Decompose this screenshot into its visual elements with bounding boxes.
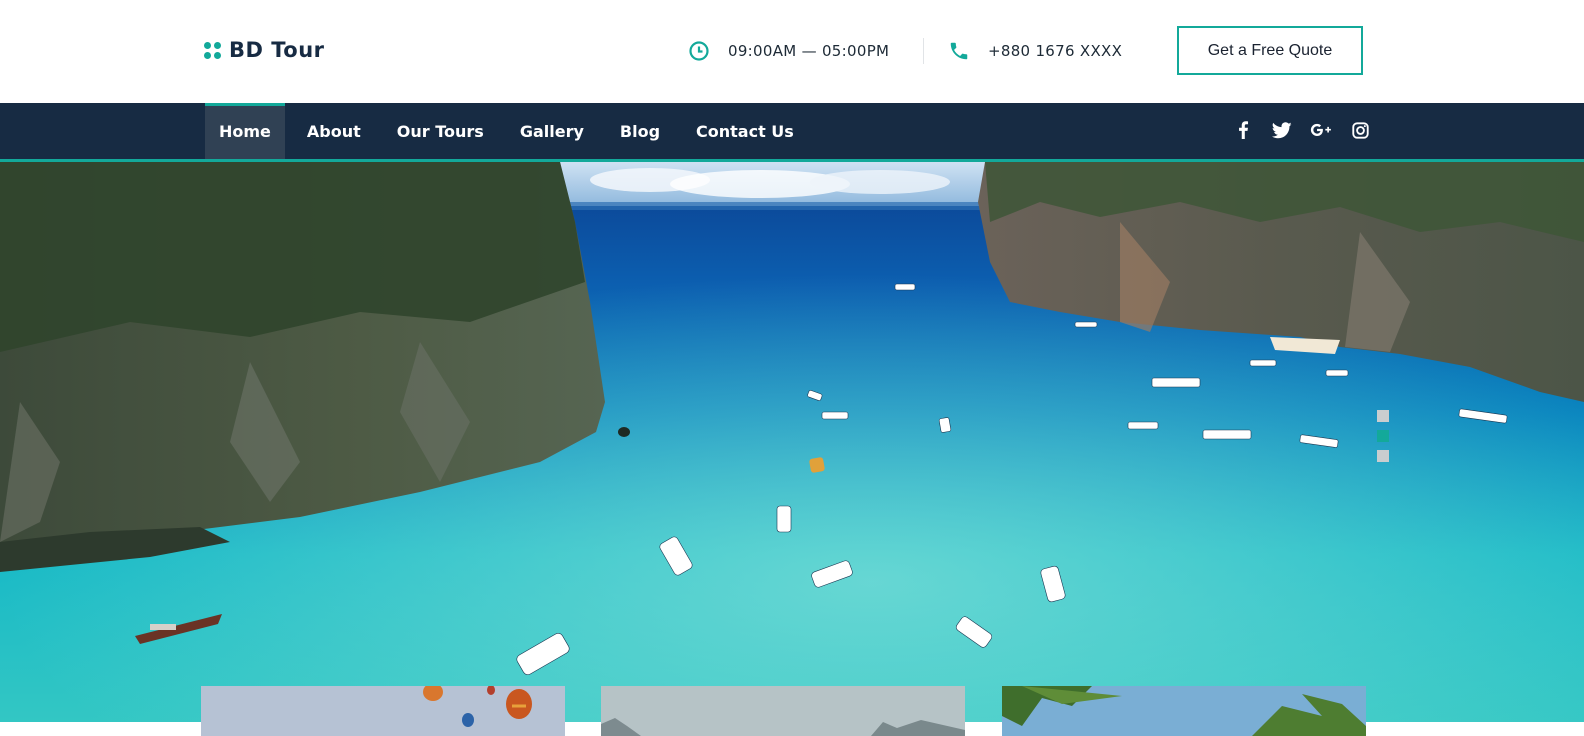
facebook-icon[interactable] — [1232, 119, 1254, 141]
tour-card-balloons[interactable] — [201, 686, 565, 736]
clock-icon — [688, 40, 710, 62]
slider-dot-1[interactable] — [1377, 410, 1389, 422]
phone-contact[interactable]: +880 1676 XXXX — [948, 38, 1122, 64]
nav-item-gallery[interactable]: Gallery — [506, 103, 598, 159]
main-navigation: Home About Our Tours Gallery Blog Contac… — [0, 103, 1584, 162]
slider-dot-2[interactable] — [1377, 430, 1389, 442]
phone-number: +880 1676 XXXX — [988, 42, 1123, 60]
hero-slider — [0, 162, 1584, 722]
nav-item-blog[interactable]: Blog — [606, 103, 674, 159]
nav-item-our-tours[interactable]: Our Tours — [383, 103, 498, 159]
hero-image — [0, 162, 1584, 722]
tour-card-mountains[interactable] — [601, 686, 965, 736]
nav-item-home[interactable]: Home — [205, 103, 285, 159]
header-divider — [923, 38, 924, 64]
business-hours: 09:00AM — 05:00PM — [688, 38, 889, 64]
nav-item-about[interactable]: About — [293, 103, 375, 159]
logo-mark — [204, 41, 221, 59]
balloons-image — [201, 686, 565, 736]
mountains-image — [601, 686, 965, 736]
top-header: BD Tour 09:00AM — 05:00PM +880 1676 XXXX… — [0, 0, 1584, 103]
social-links — [1232, 119, 1371, 141]
free-quote-button[interactable]: Get a Free Quote — [1177, 26, 1363, 75]
nav-item-contact-us[interactable]: Contact Us — [682, 103, 808, 159]
palm-trees-image — [1002, 686, 1366, 736]
tour-card-palms[interactable] — [1002, 686, 1366, 736]
logo[interactable]: BD Tour — [204, 38, 325, 62]
twitter-icon[interactable] — [1271, 119, 1293, 141]
instagram-icon[interactable] — [1349, 119, 1371, 141]
google-plus-icon[interactable] — [1310, 119, 1332, 141]
slider-pagination — [1377, 410, 1389, 462]
phone-icon — [948, 40, 970, 62]
business-hours-text: 09:00AM — 05:00PM — [728, 42, 890, 60]
slider-dot-3[interactable] — [1377, 450, 1389, 462]
logo-text: BD Tour — [229, 38, 325, 62]
